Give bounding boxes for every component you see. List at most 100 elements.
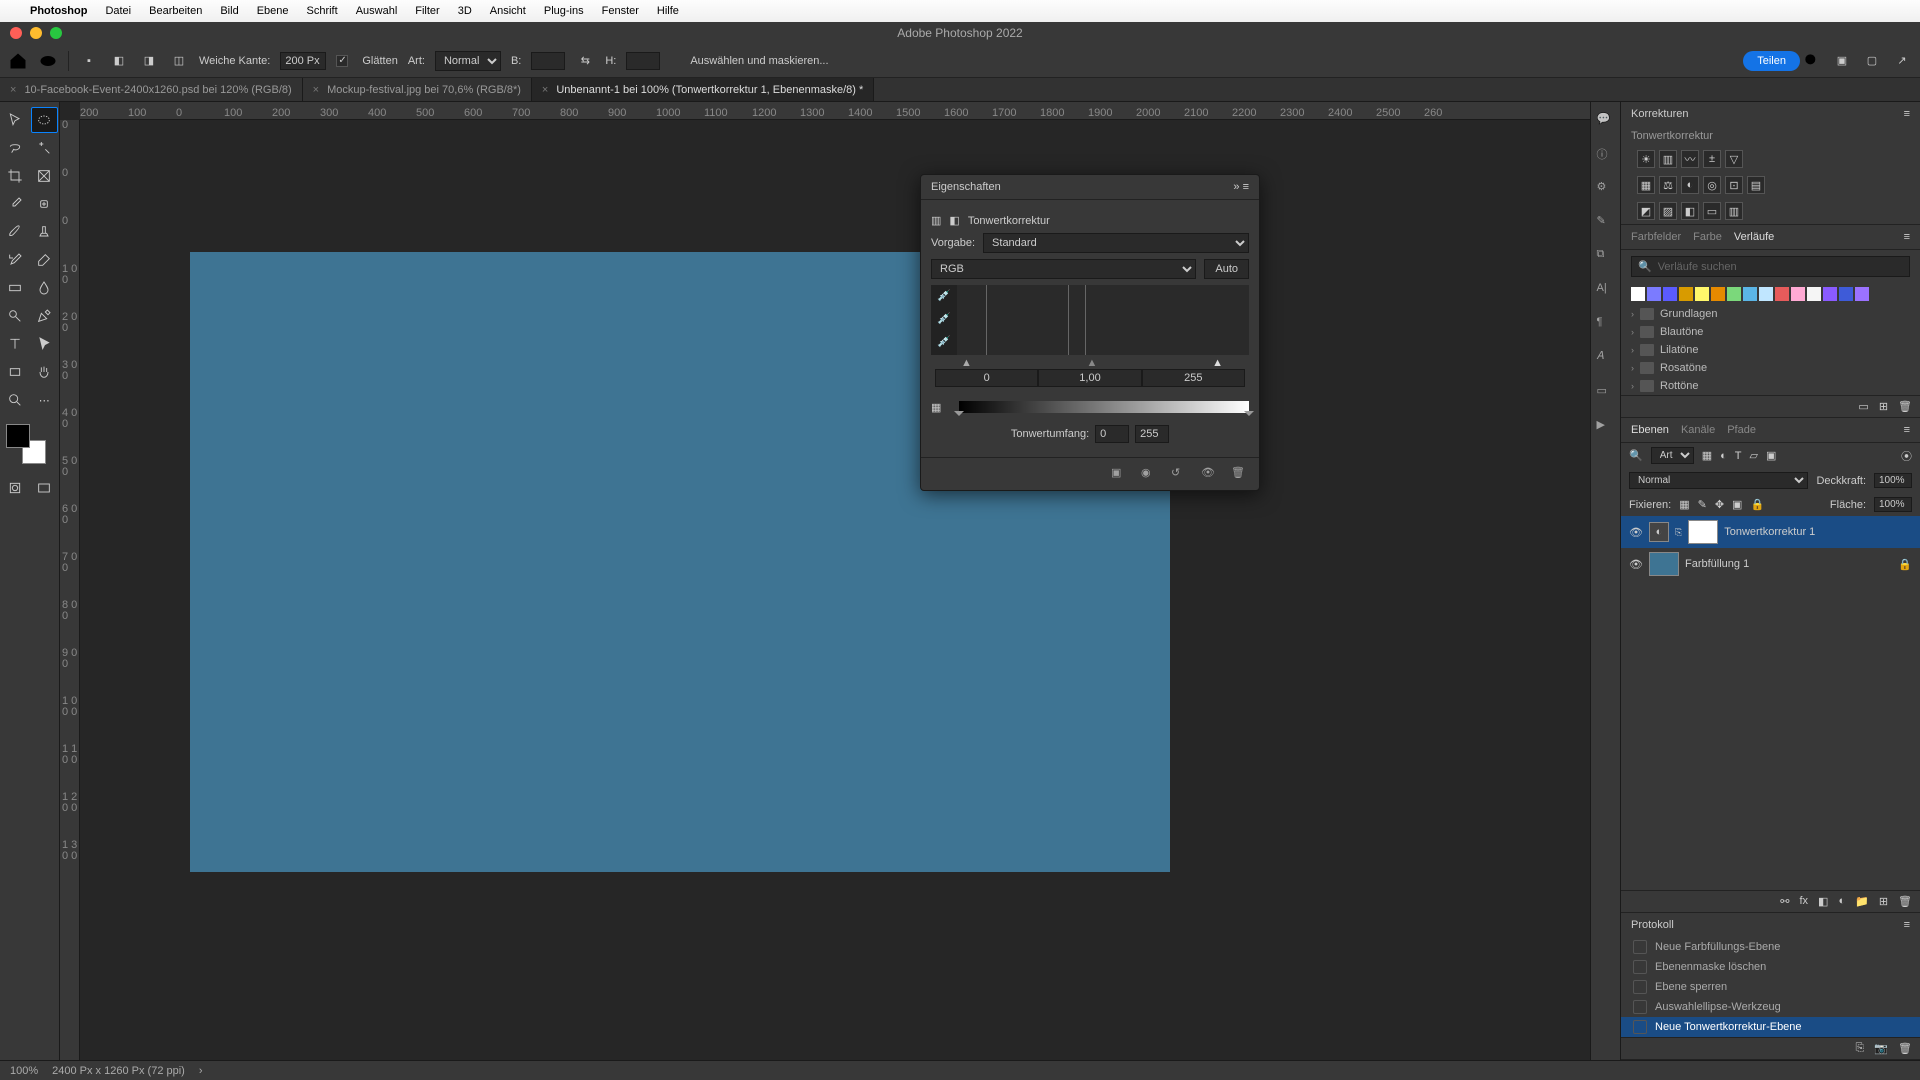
- mask-icon[interactable]: ◧: [949, 214, 959, 227]
- fill-input[interactable]: [1874, 497, 1912, 512]
- import-icon[interactable]: ▭: [1858, 400, 1868, 413]
- visibility-icon[interactable]: 👁: [1629, 526, 1643, 539]
- stamp-tool-icon[interactable]: [31, 219, 59, 245]
- white-handle-icon[interactable]: ▲: [1212, 357, 1223, 369]
- new-layer-icon[interactable]: ⊞: [1879, 895, 1888, 908]
- panel-menu-icon[interactable]: ≡: [1904, 424, 1910, 436]
- info-icon[interactable]: ⓘ: [1597, 146, 1615, 164]
- black-handle-icon[interactable]: ▲: [961, 357, 972, 369]
- clone-source-icon[interactable]: ⧉: [1597, 248, 1615, 266]
- traffic-lights[interactable]: [0, 27, 62, 39]
- adjustments-icon[interactable]: ⚙: [1597, 180, 1615, 198]
- black-input[interactable]: [935, 369, 1038, 387]
- search-gradients[interactable]: 🔍 Verläufe suchen: [1631, 256, 1910, 277]
- new-group-icon[interactable]: ⊞: [1879, 400, 1888, 413]
- lock-icon[interactable]: 🔒: [1898, 558, 1912, 571]
- maximize-icon[interactable]: [50, 27, 62, 39]
- character-icon[interactable]: A|: [1597, 282, 1615, 300]
- previous-state-icon[interactable]: ◉: [1141, 466, 1161, 482]
- history-state[interactable]: Neue Farbfüllungs-Ebene: [1621, 937, 1920, 957]
- visibility-icon[interactable]: 👁: [1201, 466, 1221, 482]
- channelmixer-adj-icon[interactable]: ⊡: [1725, 176, 1743, 194]
- lock-paint-icon[interactable]: ✎: [1698, 498, 1707, 511]
- lock-pos-icon[interactable]: ✥: [1715, 498, 1724, 511]
- foreground-color-icon[interactable]: [6, 424, 30, 448]
- adjustment-layer-icon[interactable]: ◐: [1838, 895, 1845, 908]
- tab-farbfelder[interactable]: Farbfelder: [1631, 231, 1681, 243]
- new-snapshot-icon[interactable]: 📷: [1874, 1042, 1888, 1055]
- filter-adjust-icon[interactable]: ◐: [1720, 450, 1727, 462]
- actions-icon[interactable]: ▶: [1597, 418, 1615, 436]
- invert-adj-icon[interactable]: ◩: [1637, 202, 1655, 220]
- eyedropper-tool-icon[interactable]: [1, 191, 29, 217]
- close-tab-icon[interactable]: ×: [313, 84, 319, 96]
- layer-thumb[interactable]: [1649, 552, 1679, 576]
- menu-datei[interactable]: Datei: [105, 5, 131, 17]
- doc-info-flyout-icon[interactable]: ›: [199, 1065, 203, 1077]
- ruler-vertical[interactable]: 0001 0 02 0 03 0 04 0 05 0 06 0 07 0 08 …: [60, 120, 80, 1060]
- tab-kanaele[interactable]: Kanäle: [1681, 424, 1715, 436]
- zoom-tool-icon[interactable]: [1, 387, 29, 413]
- dodge-tool-icon[interactable]: [1, 303, 29, 329]
- tab-ebenen[interactable]: Ebenen: [1631, 424, 1669, 436]
- gradmap-adj-icon[interactable]: ▭: [1703, 202, 1721, 220]
- libraries-icon[interactable]: ▭: [1597, 384, 1615, 402]
- hand-tool-icon[interactable]: [31, 359, 59, 385]
- gray-handle-icon[interactable]: ▲: [1087, 357, 1098, 369]
- black-picker-icon[interactable]: 💉: [937, 289, 951, 302]
- photofilter-adj-icon[interactable]: ◎: [1703, 176, 1721, 194]
- filter-smart-icon[interactable]: ▣: [1766, 449, 1776, 462]
- filter-type-icon[interactable]: T: [1735, 450, 1742, 462]
- lock-all-icon[interactable]: 🔒: [1750, 498, 1764, 511]
- brushes-icon[interactable]: ✎: [1597, 214, 1615, 232]
- close-icon[interactable]: [10, 27, 22, 39]
- clip-icon[interactable]: ▣: [1111, 466, 1131, 482]
- group-icon[interactable]: 📁: [1855, 895, 1869, 908]
- brightness-icon[interactable]: ☀: [1637, 150, 1655, 168]
- bw-adj-icon[interactable]: ◐: [1681, 176, 1699, 194]
- export-icon[interactable]: ↗: [1892, 51, 1912, 71]
- history-state[interactable]: Auswahlellipse-Werkzeug: [1621, 997, 1920, 1017]
- fx-icon[interactable]: fx: [1799, 895, 1808, 908]
- folder-item[interactable]: ›Lilatöne: [1621, 341, 1920, 359]
- screenmode-toggle-icon[interactable]: [31, 475, 59, 501]
- paragraph-icon[interactable]: ¶: [1597, 316, 1615, 334]
- menu-bild[interactable]: Bild: [220, 5, 238, 17]
- output-hi-input[interactable]: [1135, 425, 1169, 443]
- vibrance-adj-icon[interactable]: ▽: [1725, 150, 1743, 168]
- frame-tool-icon[interactable]: [31, 163, 59, 189]
- document-tab[interactable]: ×10-Facebook-Event-2400x1260.psd bei 120…: [0, 78, 303, 101]
- filter-shape-icon[interactable]: ▱: [1750, 449, 1758, 462]
- menu-ebene[interactable]: Ebene: [257, 5, 289, 17]
- style-select[interactable]: Normal: [435, 51, 501, 71]
- delete-icon[interactable]: 🗑: [1231, 466, 1251, 482]
- more-tools-icon[interactable]: ⋯: [31, 387, 59, 413]
- ruler-horizontal[interactable]: 2001000100200300400500600700800900100011…: [80, 102, 1620, 120]
- snapshot-from-state-icon[interactable]: ⎘: [1856, 1042, 1865, 1055]
- gradient-preset[interactable]: [1855, 287, 1869, 301]
- gradient-preset[interactable]: [1759, 287, 1773, 301]
- properties-panel[interactable]: Eigenschaften » ≡ ▥ ◧ Tonwertkorrektur V…: [920, 174, 1260, 491]
- menu-ansicht[interactable]: Ansicht: [490, 5, 526, 17]
- gradient-preset[interactable]: [1743, 287, 1757, 301]
- quick-select-tool-icon[interactable]: [31, 135, 59, 161]
- gradient-preset[interactable]: [1839, 287, 1853, 301]
- delete-layer-icon[interactable]: 🗑: [1898, 895, 1912, 908]
- color-swatches[interactable]: [6, 424, 46, 464]
- gradient-preset[interactable]: [1711, 287, 1725, 301]
- subtract-selection-icon[interactable]: ◨: [139, 51, 159, 71]
- new-selection-icon[interactable]: ▪: [79, 51, 99, 71]
- healing-tool-icon[interactable]: [31, 191, 59, 217]
- visibility-icon[interactable]: 👁: [1629, 558, 1643, 571]
- delete-preset-icon[interactable]: 🗑: [1898, 400, 1912, 413]
- home-icon[interactable]: [8, 51, 28, 71]
- width-input[interactable]: [531, 52, 565, 70]
- adjustment-thumb-icon[interactable]: ◐: [1649, 522, 1669, 542]
- layer-row[interactable]: 👁 ◐ ⎘ Tonwertkorrektur 1: [1621, 516, 1920, 548]
- tab-farbe[interactable]: Farbe: [1693, 231, 1722, 243]
- history-state[interactable]: Neue Tonwertkorrektur-Ebene: [1621, 1017, 1920, 1037]
- menu-bearbeiten[interactable]: Bearbeiten: [149, 5, 202, 17]
- output-lo-input[interactable]: [1095, 425, 1129, 443]
- close-tab-icon[interactable]: ×: [10, 84, 16, 96]
- gradient-preset[interactable]: [1647, 287, 1661, 301]
